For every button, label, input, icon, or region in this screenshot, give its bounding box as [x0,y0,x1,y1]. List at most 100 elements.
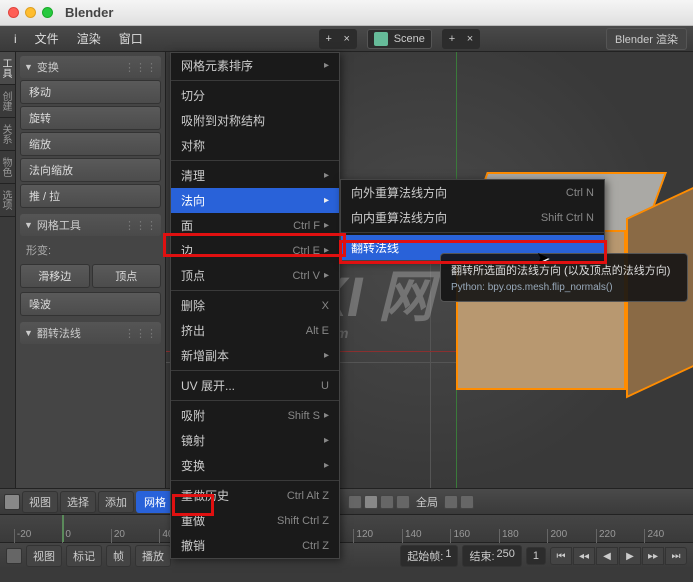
tooltip-python: Python: bpy.ops.mesh.flip_normals() [451,282,677,293]
slide-edge-button[interactable]: 滑移边 [20,264,90,288]
menu-render[interactable]: 渲染 [69,28,109,49]
menu-item-cleanup[interactable]: 清理▸ [171,163,339,188]
tl-playback[interactable]: 播放 [135,545,171,567]
tl-view[interactable]: 视图 [26,545,62,567]
vertex-button[interactable]: 顶点 [92,264,162,288]
move-button[interactable]: 移动 [20,80,161,104]
menu-item-delete[interactable]: 删除X [171,293,339,318]
menu-file[interactable]: 文件 [27,28,67,49]
editor-type-icon[interactable] [4,494,20,510]
keyframe-prev-icon[interactable]: ◂◂ [573,547,595,565]
tl-marker[interactable]: 标记 [66,545,102,567]
pivot-icon[interactable] [364,495,378,509]
tab-create[interactable]: 创建 [0,85,15,118]
render-engine-dropdown[interactable]: Blender 渲染 [606,28,687,50]
deform-label: 形变: [20,238,161,262]
menu-item-edges[interactable]: 边Ctrl E▸ [171,238,339,263]
menu-item-mirror[interactable]: 镜射▸ [171,428,339,453]
panel-title: 网格工具 [37,217,81,233]
rotate-button[interactable]: 旋转 [20,106,161,130]
play-reverse-icon[interactable]: ◀ [596,547,618,565]
jump-end-icon[interactable]: ⏭ [665,547,687,565]
menu-item-sort[interactable]: 网格元素排序▸ [171,53,339,78]
header-add[interactable]: 添加 [98,491,134,513]
panel-flipnormals-header[interactable]: ▼ 翻转法线 ⋮⋮⋮ [20,322,161,344]
menu-item-undo[interactable]: 撤销Ctrl Z [171,533,339,558]
tooltip: 翻转所选面的法线方向 (以及顶点的法线方向) Python: bpy.ops.m… [440,253,688,302]
menu-item-uv[interactable]: UV 展开...U [171,373,339,398]
window-controls [8,7,53,18]
menu-item-symmetry[interactable]: 对称 [171,133,339,158]
grip-icon: ⋮⋮⋮ [124,327,157,340]
keyframe-next-icon[interactable]: ▸▸ [642,547,664,565]
collapse-icon: ▼ [24,220,33,230]
viewport-header: 视图 选择 添加 网格 编辑模式 ▾ 全局 [0,488,693,514]
menu-item-cut[interactable]: 切分 [171,83,339,108]
scale-button[interactable]: 缩放 [20,132,161,156]
start-frame-field[interactable]: 起始帧:1 [400,545,458,567]
app-title: Blender [65,5,113,20]
menu-item-redo[interactable]: 重做Shift Ctrl Z [171,508,339,533]
tl-frame[interactable]: 帧 [106,545,131,567]
timeline: -20 0 20 40 60 80 100 120 140 160 180 20… [0,514,693,582]
header-mesh[interactable]: 网格 [136,491,174,513]
scene-icon [374,32,388,46]
panel-transform-header[interactable]: ▼ 变换 ⋮⋮⋮ [20,56,161,78]
layout-add-icon[interactable]: + [320,30,338,48]
push-pull-button[interactable]: 推 / 拉 [20,184,161,208]
tab-shading[interactable]: 物色 [0,151,15,184]
manipulator-icon[interactable] [396,495,410,509]
scene-close-icon[interactable]: × [461,30,479,48]
minimize-icon[interactable] [25,7,36,18]
layout-close-icon[interactable]: × [338,30,356,48]
menu-item-recalc-outside[interactable]: 向外重算法线方向Ctrl N [341,180,604,205]
panel-title: 变换 [37,59,59,75]
menu-item-extrude[interactable]: 挤出Alt E [171,318,339,343]
panel-title: 翻转法线 [37,325,81,341]
header-view[interactable]: 视图 [22,491,58,513]
end-frame-field[interactable]: 结束:250 [462,545,521,567]
collapse-icon: ▼ [24,328,33,338]
grip-icon: ⋮⋮⋮ [124,219,157,232]
menu-item-duplicate[interactable]: 新增副本▸ [171,343,339,368]
menu-item-redo-history[interactable]: 重做历史Ctrl Alt Z [171,483,339,508]
panel-meshtools-header[interactable]: ▼ 网格工具 ⋮⋮⋮ [20,214,161,236]
menu-item-faces[interactable]: 面Ctrl F▸ [171,213,339,238]
info-icon[interactable]: i [6,30,25,48]
tab-tools[interactable]: 工具 [0,52,15,85]
normal-scale-button[interactable]: 法向缩放 [20,158,161,182]
jump-start-icon[interactable]: ⏮ [550,547,572,565]
orientation-label[interactable]: 全局 [412,494,442,510]
maximize-icon[interactable] [42,7,53,18]
header-select[interactable]: 选择 [60,491,96,513]
current-frame-field[interactable]: 1 [526,547,546,565]
timeline-ruler[interactable]: -20 0 20 40 60 80 100 120 140 160 180 20… [0,515,693,543]
playhead[interactable] [62,515,64,542]
scene-selector[interactable]: Scene [367,29,432,49]
menu-item-verts[interactable]: 顶点Ctrl V▸ [171,263,339,288]
manipulator-icon[interactable] [380,495,394,509]
menu-item-snap[interactable]: 吸附Shift S▸ [171,403,339,428]
scene-name: Scene [394,33,425,45]
play-icon[interactable]: ▶ [619,547,641,565]
tooltip-description: 翻转所选面的法线方向 (以及顶点的法线方向) [451,262,677,278]
timeline-editor-icon[interactable] [6,548,22,564]
scene-add-icon[interactable]: + [443,30,461,48]
snap-icon[interactable] [444,495,458,509]
menu-item-normals[interactable]: 法向▸ [171,188,339,213]
smooth-button[interactable]: 噪波 [20,292,161,316]
close-icon[interactable] [8,7,19,18]
tool-shelf-tabs: 工具 创建 关系 物色 选项 [0,52,16,542]
tab-options[interactable]: 选项 [0,184,15,217]
mouse-cursor-icon: ➤ [536,248,549,268]
menu-item-recalc-inside[interactable]: 向内重算法线方向Shift Ctrl N [341,205,604,230]
normals-submenu: 向外重算法线方向Ctrl N 向内重算法线方向Shift Ctrl N 翻转法线 [340,179,605,261]
tab-relations[interactable]: 关系 [0,118,15,151]
tool-shelf: ▼ 变换 ⋮⋮⋮ 移动 旋转 缩放 法向缩放 推 / 拉 ▼ 网格工具 ⋮⋮⋮ … [16,52,166,542]
layers-icon[interactable] [460,495,474,509]
menu-item-transform[interactable]: 变换▸ [171,453,339,478]
menu-item-snap-sym[interactable]: 吸附到对称结构 [171,108,339,133]
menu-window[interactable]: 窗口 [111,28,151,49]
limit-selection-icon[interactable] [348,495,362,509]
mesh-context-menu: 网格元素排序▸ 切分 吸附到对称结构 对称 清理▸ 法向▸ 面Ctrl F▸ 边… [170,52,340,559]
